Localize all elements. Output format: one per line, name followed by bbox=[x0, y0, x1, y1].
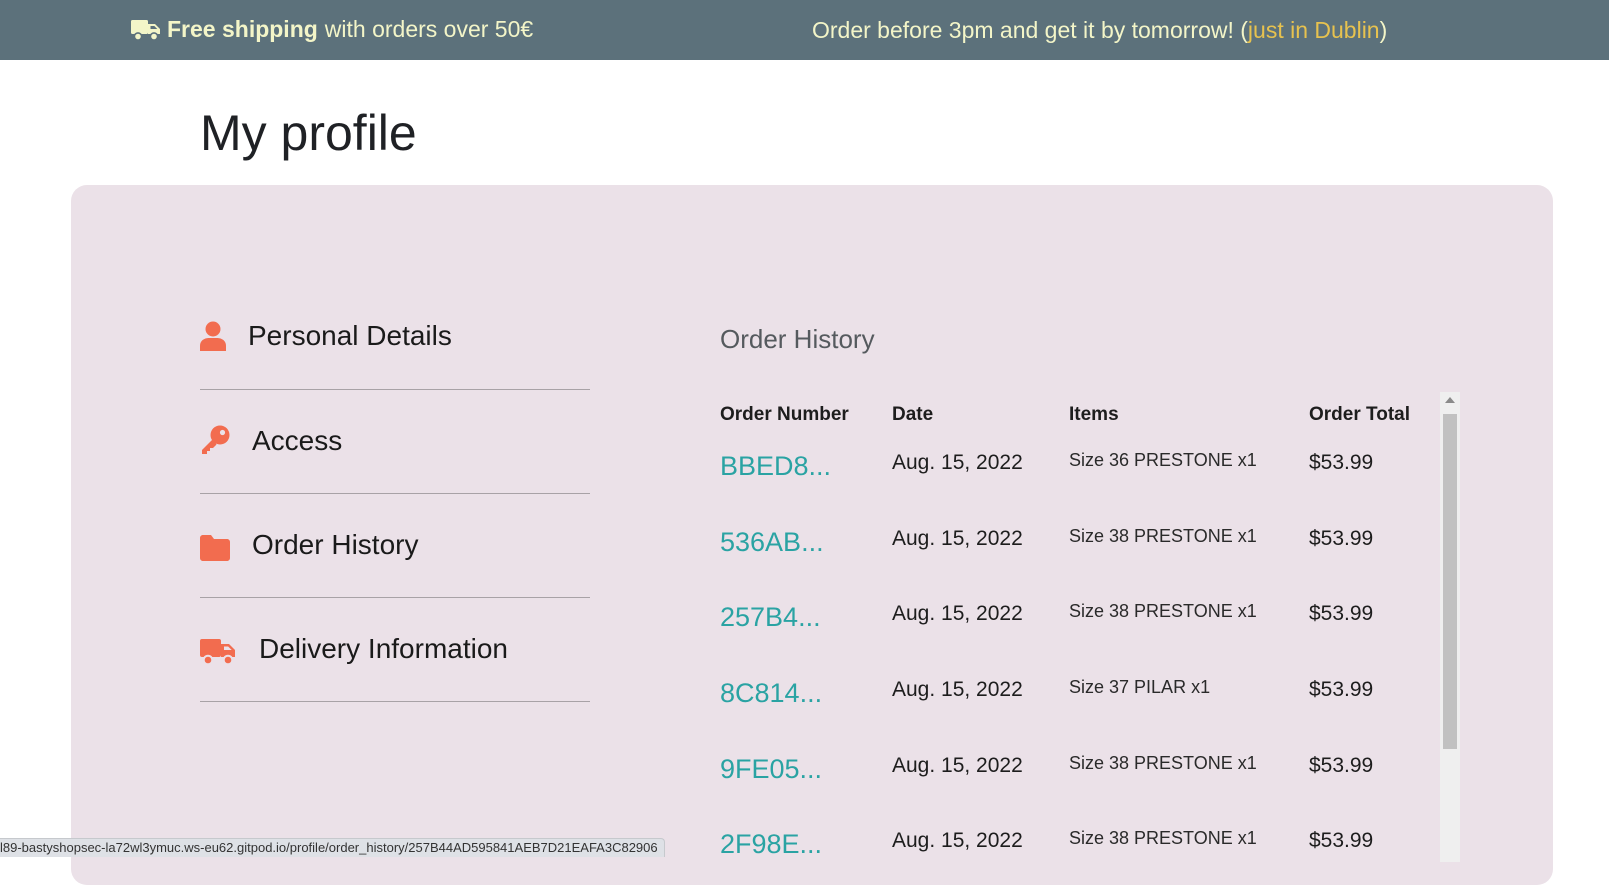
sidebar-item-label: Delivery Information bbox=[259, 633, 508, 664]
order-date: Aug. 15, 2022 bbox=[892, 678, 1023, 701]
sidebar-item-label: Order History bbox=[252, 529, 419, 560]
key-icon bbox=[202, 425, 230, 454]
order-items: Size 38 PRESTONE x1 bbox=[1069, 526, 1257, 546]
order-total: $53.99 bbox=[1309, 602, 1374, 625]
order-number-link[interactable]: BBED8... bbox=[720, 451, 831, 482]
order-date: Aug. 15, 2022 bbox=[892, 451, 1023, 474]
truck-icon bbox=[200, 639, 235, 666]
free-shipping-bold: Free shipping bbox=[167, 16, 318, 42]
browser-status-bar: l89-bastyshopsec-la72wl3ymuc.ws-eu62.git… bbox=[0, 838, 665, 857]
sidebar-item-order-history[interactable]: Order History bbox=[200, 493, 590, 598]
order-items: Size 36 PRESTONE x1 bbox=[1069, 450, 1257, 470]
order-history-title: Order History bbox=[720, 324, 875, 354]
truck-icon bbox=[131, 19, 160, 41]
page-title: My profile bbox=[200, 105, 417, 161]
order-items: Size 38 PRESTONE x1 bbox=[1069, 828, 1257, 848]
order-items: Size 38 PRESTONE x1 bbox=[1069, 601, 1257, 621]
order-number-link[interactable]: 536AB... bbox=[720, 527, 824, 558]
user-icon bbox=[200, 321, 226, 351]
order-number-link[interactable]: 257B4... bbox=[720, 602, 821, 633]
order-total: $53.99 bbox=[1309, 527, 1374, 550]
order-total: $53.99 bbox=[1309, 451, 1374, 474]
delivery-promo-suffix: ) bbox=[1379, 17, 1388, 43]
sidebar-item-delivery-information[interactable]: Delivery Information bbox=[200, 597, 590, 702]
promo-banner: Free shipping with orders over 50€ Order… bbox=[0, 0, 1609, 60]
sidebar-item-access[interactable]: Access bbox=[200, 389, 590, 494]
folder-icon bbox=[200, 535, 230, 561]
delivery-promo-location: just in Dublin bbox=[1247, 17, 1380, 43]
column-header-date: Date bbox=[892, 404, 934, 425]
sidebar-item-label: Personal Details bbox=[248, 320, 452, 351]
order-date: Aug. 15, 2022 bbox=[892, 754, 1023, 777]
order-number-link[interactable]: 2F98E... bbox=[720, 829, 822, 860]
scrollbar-thumb[interactable] bbox=[1443, 414, 1457, 749]
column-header-order-total: Order Total bbox=[1309, 404, 1410, 425]
delivery-promo-prefix: Order before 3pm and get it by tomorrow!… bbox=[812, 17, 1248, 43]
column-header-order-number: Order Number bbox=[720, 404, 849, 425]
delivery-promo-message: Order before 3pm and get it by tomorrow!… bbox=[812, 17, 1387, 44]
sidebar-item-personal-details[interactable]: Personal Details bbox=[200, 285, 590, 390]
order-total: $53.99 bbox=[1309, 829, 1374, 852]
order-number-link[interactable]: 8C814... bbox=[720, 678, 822, 709]
order-items: Size 37 PILAR x1 bbox=[1069, 677, 1211, 697]
order-date: Aug. 15, 2022 bbox=[892, 829, 1023, 852]
sidebar-item-label: Access bbox=[252, 425, 343, 456]
free-shipping-text: with orders over 50€ bbox=[324, 16, 534, 42]
order-items: Size 38 PRESTONE x1 bbox=[1069, 753, 1257, 773]
scroll-up-arrow-icon[interactable] bbox=[1445, 397, 1455, 403]
order-number-link[interactable]: 9FE05... bbox=[720, 754, 822, 785]
order-date: Aug. 15, 2022 bbox=[892, 602, 1023, 625]
order-date: Aug. 15, 2022 bbox=[892, 527, 1023, 550]
free-shipping-message: Free shipping with orders over 50€ bbox=[131, 16, 533, 43]
order-table-scrollbar[interactable] bbox=[1440, 392, 1460, 862]
column-header-items: Items bbox=[1069, 404, 1119, 425]
order-total: $53.99 bbox=[1309, 678, 1374, 701]
order-total: $53.99 bbox=[1309, 754, 1374, 777]
